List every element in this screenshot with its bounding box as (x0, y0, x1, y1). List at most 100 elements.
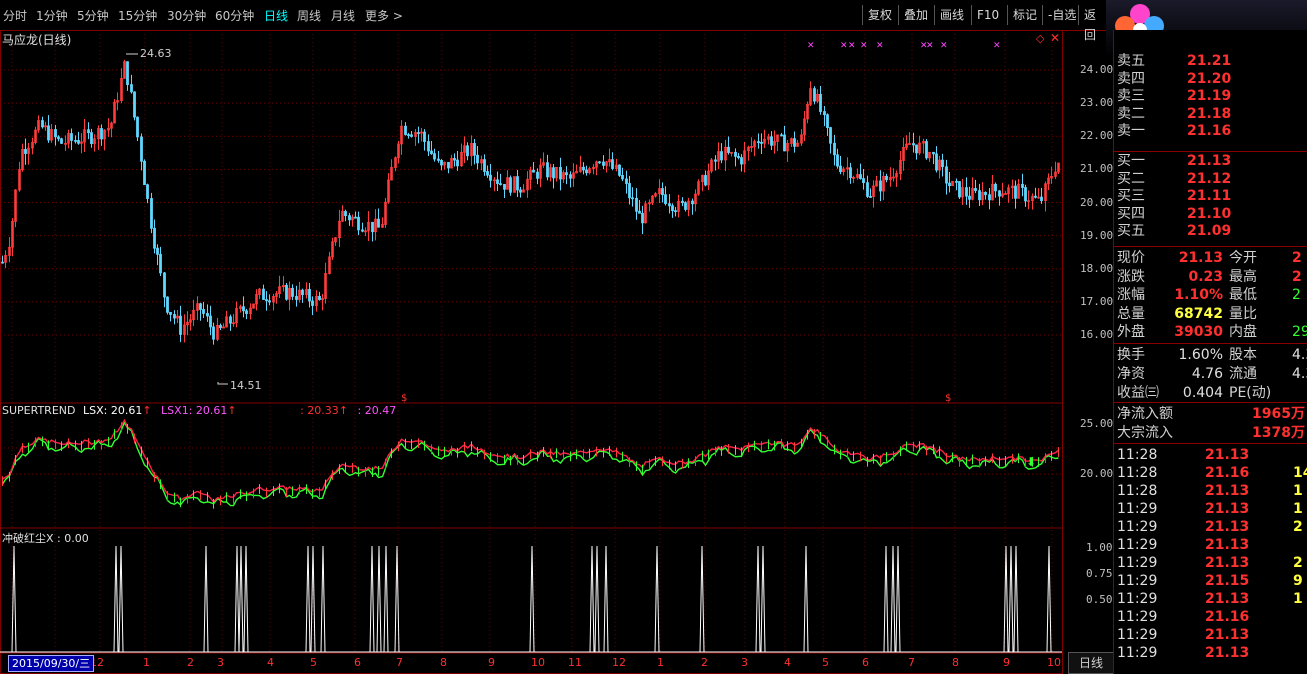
period-15min[interactable]: 15分钟 (118, 7, 157, 24)
tick-row: 11:29 21.13 1 (1117, 590, 1307, 608)
overlay-button[interactable]: 叠加 (898, 5, 933, 25)
x-tick-label: 11 (568, 656, 582, 669)
candle-body (212, 326, 215, 340)
period-1min[interactable]: 1分钟 (36, 7, 68, 24)
candle-body (836, 154, 839, 167)
candle-body (546, 162, 549, 178)
candle-body (1021, 183, 1024, 188)
tick-price: 21.13 (1205, 555, 1250, 571)
watchlist-button[interactable]: -自选 (1042, 5, 1081, 25)
chart-area[interactable]: ✕ ✕ ✕ ✕ ✕ ✕✕ ✕ ✕$ $ ⬇ (0, 30, 1113, 674)
fin-label: 换手 (1117, 347, 1145, 363)
period-tab-daily[interactable]: 日线 (1068, 652, 1114, 674)
x-tick-label: 8 (952, 656, 959, 669)
lsx1-value: LSX1: 20.61 (161, 404, 228, 417)
candle-body (308, 289, 311, 302)
candle-body (862, 178, 865, 184)
candle-body (582, 166, 585, 171)
low-annotation: 14.51 (230, 379, 262, 392)
period-monthly[interactable]: 月线 (331, 7, 355, 24)
candle-body (301, 289, 304, 295)
period-weekly[interactable]: 周线 (297, 7, 321, 24)
period-fenshi[interactable]: 分时 (3, 7, 27, 24)
candle-body (974, 188, 977, 192)
candle-body (361, 229, 364, 232)
candle-body (285, 284, 288, 300)
candle-body (621, 174, 624, 180)
tick-time: 11:28 (1117, 483, 1158, 499)
candle-body (879, 180, 882, 192)
stat-label: 涨跌 (1117, 268, 1145, 285)
candle-body (47, 125, 50, 141)
adjust-button[interactable]: 复权 (862, 5, 897, 25)
period-5min[interactable]: 5分钟 (77, 7, 109, 24)
price-tick: 21.00 (1080, 162, 1114, 176)
candle-body (499, 183, 502, 186)
candle-body (826, 114, 829, 128)
candle-body (509, 177, 512, 193)
order-label: 卖一 (1117, 123, 1145, 140)
fin-label: 股本 (1229, 347, 1257, 363)
tick-time: 11:29 (1117, 591, 1158, 607)
fin-value: 4.76 (1191, 366, 1223, 382)
signal-spike (699, 545, 705, 653)
candle-body (948, 182, 951, 187)
tick-row: 11:29 21.15 9 (1117, 572, 1307, 590)
signal-spike (203, 545, 209, 653)
stat-label: 量比 (1229, 305, 1257, 322)
candle-body (41, 120, 44, 128)
candle-body (156, 247, 159, 255)
x-tick-label: 2 (701, 656, 708, 669)
draw-line-button[interactable]: 画线 (934, 5, 969, 25)
candlestick-series: ✕ ✕ ✕ ✕ ✕ ✕✕ ✕ ✕$ $ (1, 41, 1060, 404)
mark-button[interactable]: 标记 (1007, 5, 1042, 25)
order-label: 买四 (1117, 205, 1145, 222)
fin-label: 收益㈢ (1117, 385, 1159, 401)
candle-body (720, 151, 723, 161)
flow-label: 净流入额 (1117, 406, 1173, 422)
f10-button[interactable]: F10 (971, 5, 1004, 25)
close-icon[interactable]: ✕ (1050, 31, 1060, 45)
tick-price: 21.13 (1205, 591, 1250, 607)
period-more[interactable]: 更多 > (365, 7, 403, 24)
stat-label: 今开 (1229, 250, 1257, 266)
stat-label: 现价 (1117, 250, 1145, 266)
stat-value: 2 (1292, 287, 1301, 303)
fin-label: PE(动) (1229, 385, 1272, 401)
price-tick: 17.00 (1080, 294, 1114, 308)
candle-body (813, 88, 816, 102)
lsx-value: LSX: 20.61 (82, 404, 143, 417)
candle-body (780, 134, 783, 137)
candle-body (760, 141, 763, 144)
buy-level: 买二 21.12 (1117, 170, 1307, 188)
low-pointer (217, 382, 228, 385)
buy-level: 买四 21.10 (1117, 205, 1307, 223)
signal-spike (895, 545, 901, 653)
line3-value: : 20.33 (300, 404, 339, 417)
signal-spike (594, 545, 600, 653)
ind1-tick-25: 25.00 (1080, 417, 1114, 430)
price-tick: 20.00 (1080, 195, 1114, 209)
period-30min[interactable]: 30分钟 (167, 7, 206, 24)
tick-time: 11:29 (1117, 573, 1158, 589)
down-arrow-icon: ⬇ (1026, 455, 1036, 469)
star-marker: ✕ (807, 41, 815, 51)
candle-body (598, 161, 601, 164)
order-label: 卖四 (1117, 70, 1145, 87)
tick-time: 11:29 (1117, 501, 1158, 517)
candle-body (447, 161, 450, 169)
candle-body (912, 143, 915, 146)
candle-body (179, 315, 182, 335)
price-tick: 16.00 (1080, 328, 1114, 341)
period-daily[interactable]: 日线 (264, 7, 288, 24)
period-60min[interactable]: 60分钟 (215, 7, 254, 24)
chart-title: 马应龙(日线) (2, 33, 72, 47)
diamond-icon[interactable]: ◇ (1036, 32, 1044, 45)
buy-level: 买三 21.11 (1117, 187, 1307, 205)
star-marker: ✕ (993, 41, 1001, 51)
divider (1113, 246, 1307, 247)
candle-body (437, 158, 440, 161)
tick-row: 11:28 21.13 (1117, 446, 1307, 464)
x-tick-label: 3 (217, 656, 224, 669)
stat-label: 最高 (1229, 268, 1257, 285)
